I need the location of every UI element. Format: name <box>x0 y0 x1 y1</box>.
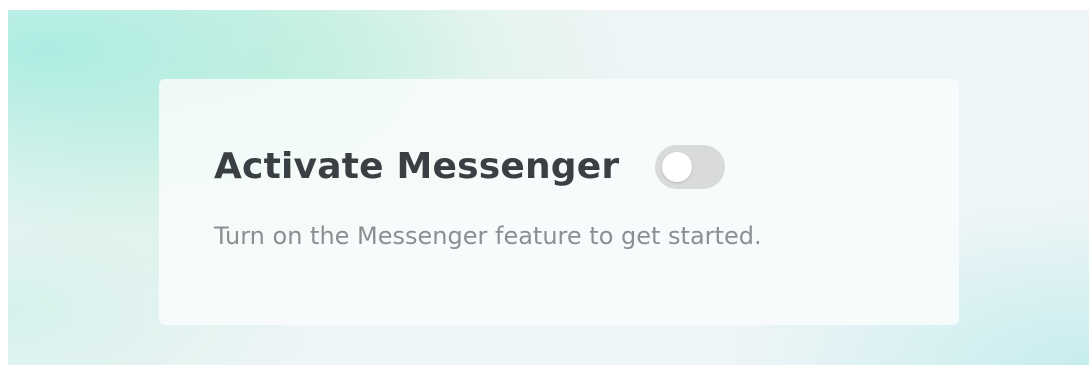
messenger-toggle[interactable] <box>655 145 726 189</box>
title-row: Activate Messenger <box>214 143 726 191</box>
settings-panel: Activate Messenger Turn on the Messenger… <box>8 10 1089 365</box>
card-title: Activate Messenger <box>214 146 620 187</box>
card-description: Turn on the Messenger feature to get sta… <box>214 222 762 250</box>
messenger-settings-card: Activate Messenger Turn on the Messenger… <box>159 79 959 325</box>
toggle-knob <box>662 152 693 182</box>
